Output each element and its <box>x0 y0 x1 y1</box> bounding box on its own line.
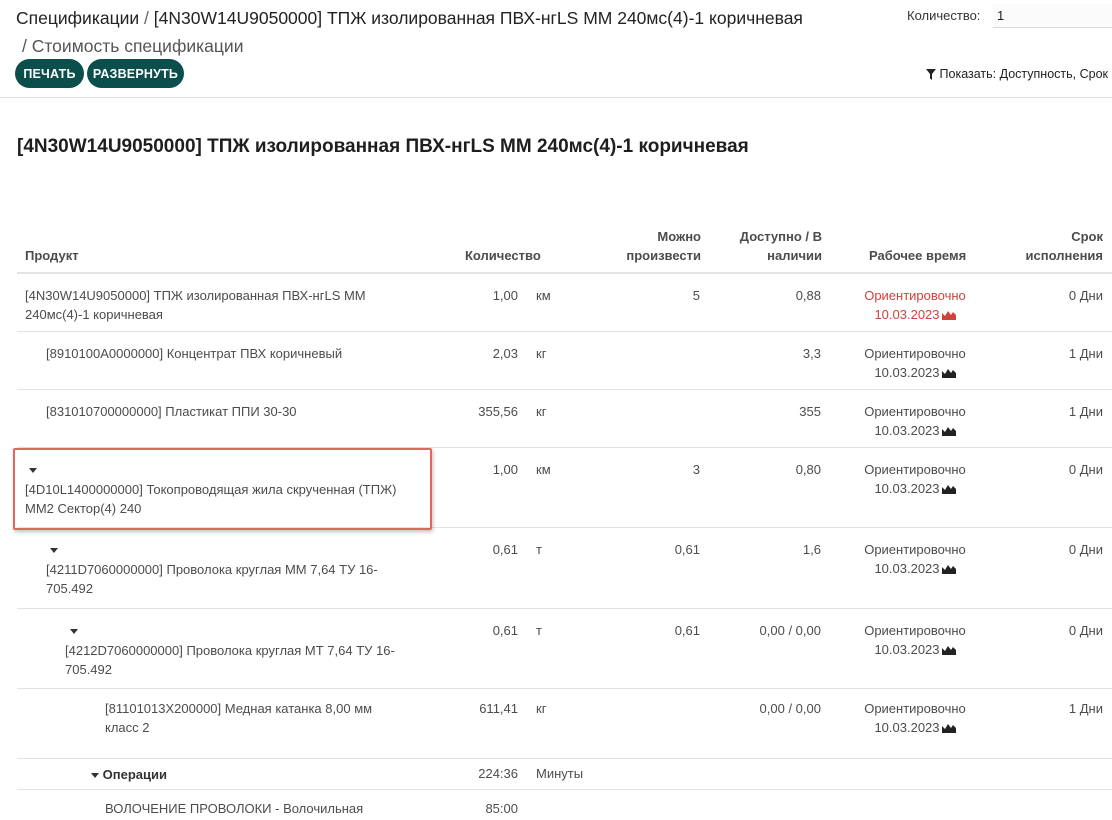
operation-name: ВОЛОЧЕНИЕ ПРОВОЛОКИ - Волочильная <box>105 801 364 816</box>
lead-time-value: 0 Дни <box>1068 462 1103 477</box>
operations-toggle[interactable]: Операции <box>91 765 167 784</box>
filter-dropdown[interactable]: Показать: Доступность, Срок <box>925 67 1108 81</box>
caret-down-icon <box>91 773 99 779</box>
column-lead-time: Срок исполнения <box>1025 229 1103 263</box>
producible-value: 0,61 <box>674 542 700 557</box>
table-row: [8910100A0000000] Концентрат ПВХ коричне… <box>17 332 1112 390</box>
breadcrumb: Спецификации / [4N30W14U9050000] ТПЖ изо… <box>16 7 803 29</box>
quantity-value: 355,56 <box>478 404 518 419</box>
work-time-cell: Ориентировочно 10.03.2023 <box>864 346 966 380</box>
lead-time-value: 0 Дни <box>1068 623 1103 638</box>
product-link[interactable]: [4212D7060000000] Проволока круглая МТ 7… <box>65 641 395 679</box>
product-link[interactable]: [831010700000000] Пластикат ППИ 30-30 <box>46 402 297 421</box>
forecast-chart-icon[interactable] <box>941 644 956 655</box>
report-title: [4N30W14U9050000] ТПЖ изолированная ПВХ-… <box>17 136 749 157</box>
expand-button[interactable]: РАЗВЕРНУТЬ <box>87 59 184 88</box>
producible-value: 5 <box>692 288 700 303</box>
table-row: [4N30W14U9050000] ТПЖ изолированная ПВХ-… <box>17 274 1112 332</box>
work-time-cell: Ориентировочно 10.03.2023 <box>864 623 966 657</box>
lead-time-value: 1 Дни <box>1068 346 1103 361</box>
forecast-chart-icon[interactable] <box>941 309 956 320</box>
forecast-chart-icon[interactable] <box>941 425 956 436</box>
operation-duration: 85:00 <box>485 801 518 816</box>
available-value: 355 <box>799 404 821 419</box>
table-row: [81101013X200000] Медная катанка 8,00 мм… <box>17 689 1112 759</box>
breadcrumb-bom-link[interactable]: [4N30W14U9050000] ТПЖ изолированная ПВХ-… <box>154 8 803 28</box>
operations-row: Операции 224:36 Минуты <box>17 759 1112 790</box>
quantity-value: 2,03 <box>492 346 518 361</box>
lead-time-value: 1 Дни <box>1068 404 1103 419</box>
producible-value: 3 <box>692 462 700 477</box>
column-product: Продукт <box>25 248 79 263</box>
product-link[interactable]: [4211D7060000000] Проволока круглая ММ 7… <box>46 560 378 598</box>
caret-down-icon <box>29 468 37 474</box>
available-value: 0,00 / 0,00 <box>759 623 821 638</box>
quantity-label: Количество: <box>907 8 981 23</box>
breadcrumb-root-link[interactable]: Спецификации <box>16 8 139 28</box>
control-panel: Спецификации / [4N30W14U9050000] ТПЖ изо… <box>0 0 1112 98</box>
caret-down-icon <box>70 629 78 635</box>
operation-row: ВОЛОЧЕНИЕ ПРОВОЛОКИ - Волочильная 85:00 <box>17 790 1112 820</box>
operations-duration: 224:36 <box>478 766 518 781</box>
uom-value: кг <box>536 404 547 419</box>
quantity-value: 0,61 <box>492 623 518 638</box>
expand-toggle[interactable] <box>29 460 37 479</box>
product-link[interactable]: [4N30W14U9050000] ТПЖ изолированная ПВХ-… <box>25 286 366 324</box>
column-quantity: Количество <box>465 248 541 263</box>
uom-value: км <box>536 462 551 477</box>
available-value: 0,80 <box>795 462 821 477</box>
table-row: [4D10L1400000000] Токопроводящая жила ск… <box>17 448 1112 528</box>
producible-value: 0,61 <box>674 623 700 638</box>
operations-unit: Минуты <box>536 766 584 781</box>
expand-toggle[interactable] <box>70 621 78 640</box>
breadcrumb-current: / Стоимость спецификации <box>22 36 244 56</box>
uom-value: т <box>536 542 542 557</box>
work-time-cell: Ориентировочно 10.03.2023 <box>864 404 966 438</box>
product-link[interactable]: [81101013X200000] Медная катанка 8,00 мм… <box>105 699 372 737</box>
forecast-chart-icon[interactable] <box>941 722 956 733</box>
available-value: 0,88 <box>795 288 821 303</box>
uom-value: кг <box>536 701 547 716</box>
quantity-input[interactable] <box>993 4 1112 28</box>
quantity-value: 0,61 <box>492 542 518 557</box>
available-value: 3,3 <box>802 346 821 361</box>
lead-time-value: 1 Дни <box>1068 701 1103 716</box>
work-time-cell: Ориентировочно 10.03.2023 <box>864 542 966 576</box>
expand-toggle[interactable] <box>50 540 58 559</box>
table-header: Продукт Количество Можно произвести Досту… <box>17 222 1112 274</box>
work-time-cell: Ориентировочно 10.03.2023 <box>864 288 966 322</box>
breadcrumb-separator: / <box>144 8 149 28</box>
lead-time-value: 0 Дни <box>1068 288 1103 303</box>
caret-down-icon <box>50 548 58 554</box>
table-row: [4212D7060000000] Проволока круглая МТ 7… <box>17 609 1112 689</box>
forecast-chart-icon[interactable] <box>941 563 956 574</box>
product-link[interactable]: [4D10L1400000000] Токопроводящая жила ск… <box>25 480 396 518</box>
available-value: 0,00 / 0,00 <box>759 701 821 716</box>
quantity-value: 611,41 <box>479 701 518 716</box>
product-link[interactable]: [8910100A0000000] Концентрат ПВХ коричне… <box>46 344 342 363</box>
forecast-chart-icon[interactable] <box>941 483 956 494</box>
uom-value: км <box>536 288 551 303</box>
lead-time-value: 0 Дни <box>1068 542 1103 557</box>
available-value: 1,6 <box>802 542 821 557</box>
filter-label: Показать: Доступность, Срок <box>939 67 1108 81</box>
work-time-cell: Ориентировочно 10.03.2023 <box>864 701 966 735</box>
quantity-value: 1,00 <box>492 288 518 303</box>
column-available: Доступно / Вналичии <box>739 229 822 263</box>
forecast-chart-icon[interactable] <box>941 367 956 378</box>
bom-cost-table: Продукт Количество Можно произвести Досту… <box>17 222 1112 820</box>
work-time-cell: Ориентировочно 10.03.2023 <box>864 462 966 496</box>
filter-icon <box>925 68 936 80</box>
quantity-value: 1,00 <box>492 462 518 477</box>
print-button[interactable]: ПЕЧАТЬ <box>15 59 84 88</box>
uom-value: кг <box>536 346 547 361</box>
column-work-time: Рабочее время <box>869 248 967 263</box>
uom-value: т <box>536 623 542 638</box>
column-producible: Можно произвести <box>626 229 701 263</box>
table-row: [4211D7060000000] Проволока круглая ММ 7… <box>17 528 1112 609</box>
table-row: [831010700000000] Пластикат ППИ 30-30 35… <box>17 390 1112 448</box>
